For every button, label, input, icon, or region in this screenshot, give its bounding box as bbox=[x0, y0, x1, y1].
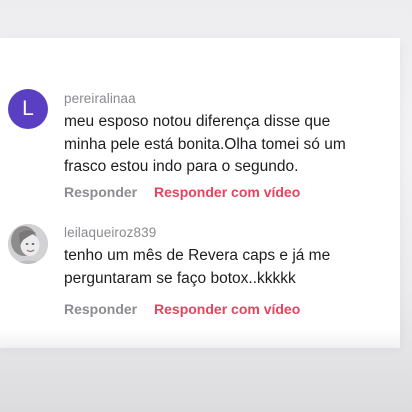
reply-button[interactable]: Responder bbox=[64, 184, 137, 200]
reply-button[interactable]: Responder bbox=[64, 301, 137, 317]
comment-text-line: minha pele está bonita.Olha tomei só um bbox=[64, 135, 346, 153]
user-avatar[interactable]: L bbox=[8, 89, 48, 129]
comment-text-line: perguntaram se faço botox..kkkkk bbox=[64, 269, 296, 287]
video-reply-button[interactable]: Responder com vídeo bbox=[154, 301, 300, 317]
comment-text-line: meu esposo notou diferença disse que bbox=[64, 113, 331, 130]
user-avatar[interactable] bbox=[8, 224, 48, 264]
comment-text-line: frasco estou indo para o segundo. bbox=[64, 158, 299, 175]
comment-text: meu esposo notou diferença disse que min… bbox=[64, 111, 364, 179]
comment-text: tenho um mês de Revera caps e já me perg… bbox=[64, 245, 364, 290]
video-reply-button[interactable]: Responder com vídeo bbox=[154, 184, 300, 200]
comment-actions: Responder Responder com vídeo bbox=[64, 184, 300, 200]
avatar-photo-icon bbox=[8, 224, 48, 264]
comment-text-line: tenho um mês de Revera caps e já me bbox=[64, 247, 331, 264]
comment-username[interactable]: pereiralinaa bbox=[64, 91, 136, 106]
comment-actions: Responder Responder com vídeo bbox=[64, 301, 300, 317]
card-bottom-fade bbox=[0, 330, 400, 348]
comment-username[interactable]: leilaqueiroz839 bbox=[64, 225, 156, 240]
